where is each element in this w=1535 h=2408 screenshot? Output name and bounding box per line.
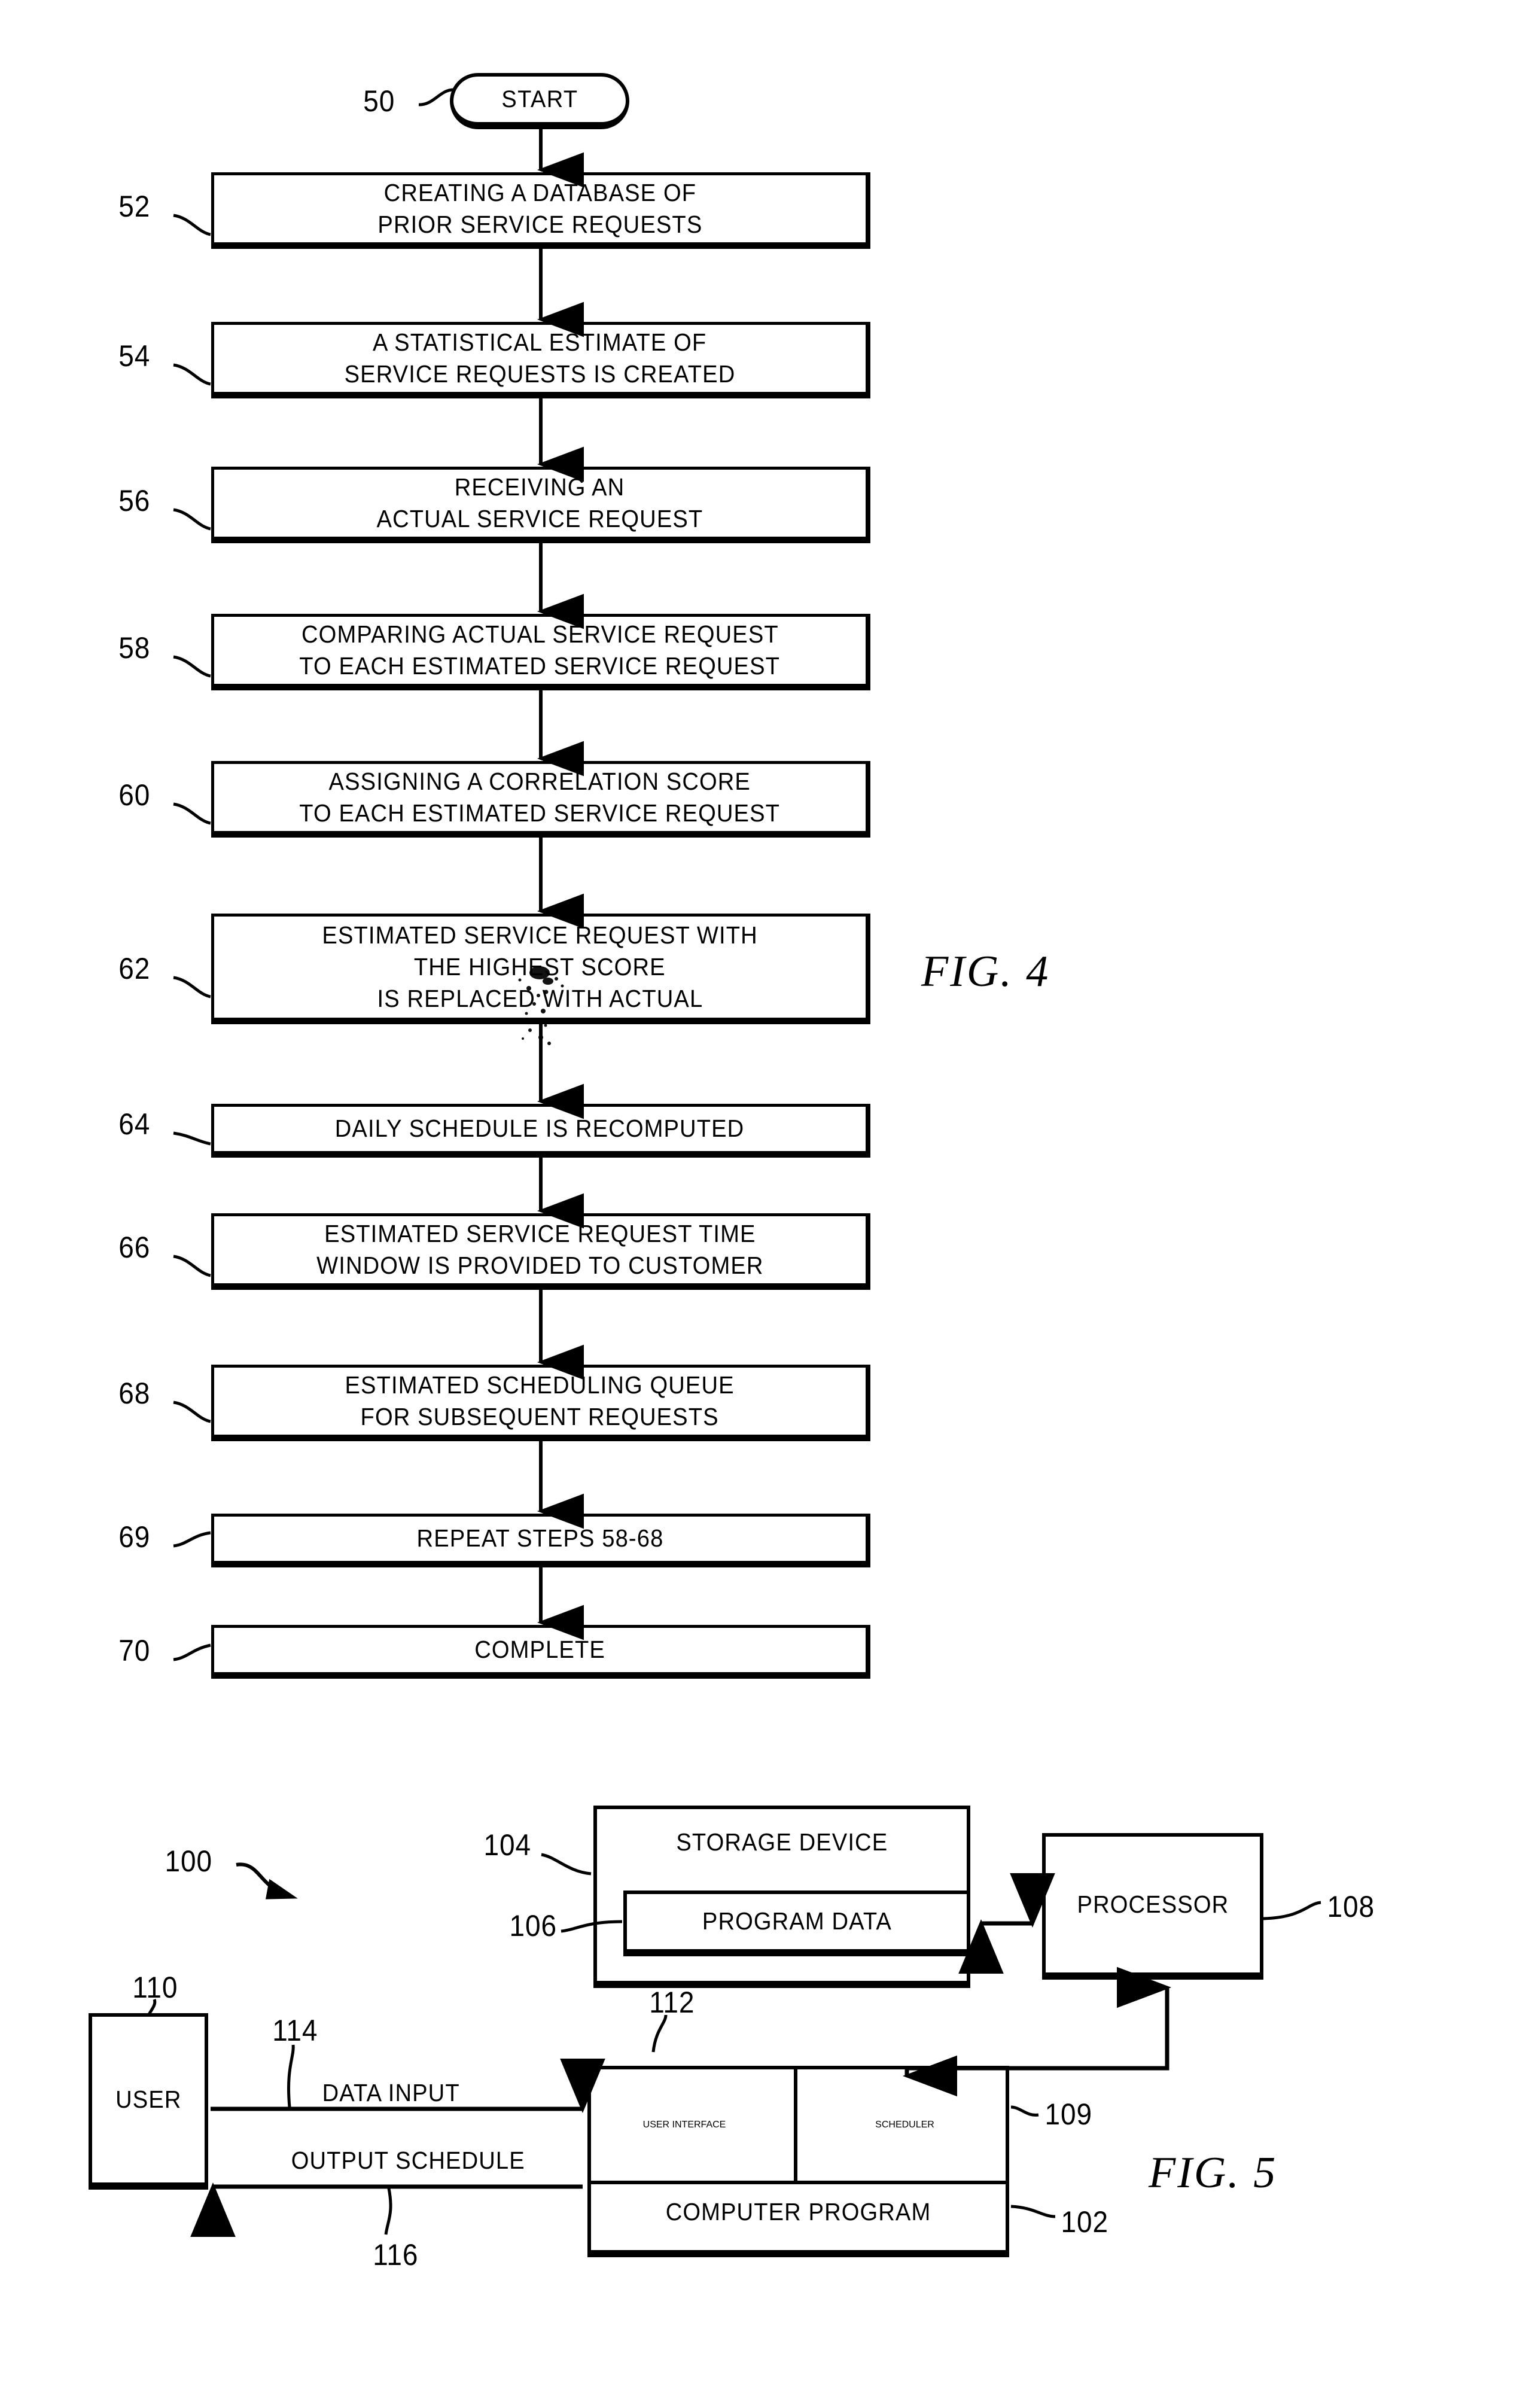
step-line: SERVICE REQUESTS IS CREATED <box>344 360 736 388</box>
patent-drawing-sheet: START 50 CREATING A DATABASE OF PRIOR SE… <box>0 0 1535 2408</box>
reference-numeral-64: 64 <box>118 1107 151 1141</box>
block-computer-program-label: COMPUTER PROGRAM <box>665 2197 931 2226</box>
step-line: IS REPLACED WITH ACTUAL <box>377 985 703 1013</box>
reference-numeral-108: 108 <box>1327 1890 1375 1923</box>
block-user: USER <box>89 2013 208 2190</box>
step-line: RECEIVING AN <box>455 473 625 501</box>
reference-numeral-112: 112 <box>649 1986 695 2019</box>
flowchart-step-52: CREATING A DATABASE OF PRIOR SERVICE REQ… <box>211 172 870 249</box>
flowchart-step-70: COMPLETE <box>211 1625 870 1679</box>
reference-numeral-104: 104 <box>483 1828 531 1862</box>
reference-numeral-62: 62 <box>118 952 151 985</box>
flowchart-step-56: RECEIVING AN ACTUAL SERVICE REQUEST <box>211 467 870 543</box>
step-line: REPEAT STEPS 58-68 <box>416 1524 663 1552</box>
step-line: ESTIMATED SERVICE REQUEST WITH <box>322 921 758 949</box>
block-user-interface: USER INTERFACE <box>591 2069 778 2180</box>
flowchart-start-node: START <box>450 73 629 129</box>
step-line: ESTIMATED SERVICE REQUEST TIME <box>324 1219 756 1247</box>
step-line: TO EACH ESTIMATED SERVICE REQUEST <box>299 799 781 827</box>
figure-5-caption: FIG. 5 <box>1149 2148 1278 2197</box>
reference-numeral-54: 54 <box>118 339 151 373</box>
step-line: DAILY SCHEDULE IS RECOMPUTED <box>335 1115 745 1143</box>
connection-label-data-input: DATA INPUT <box>322 2079 460 2106</box>
reference-numeral-109: 109 <box>1044 2098 1092 2131</box>
reference-numeral-116: 116 <box>373 2238 419 2272</box>
step-line: COMPLETE <box>474 1636 605 1664</box>
block-program-data-label: PROGRAM DATA <box>702 1907 892 1935</box>
reference-numeral-58: 58 <box>118 631 151 665</box>
connection-label-output-schedule: OUTPUT SCHEDULE <box>291 2147 525 2174</box>
step-line: ASSIGNING A CORRELATION SCORE <box>328 767 751 795</box>
flowchart-start-label: START <box>501 86 578 112</box>
step-line: ESTIMATED SCHEDULING QUEUE <box>345 1371 735 1399</box>
flowchart-step-60: ASSIGNING A CORRELATION SCORE TO EACH ES… <box>211 761 870 838</box>
block-user-interface-label: INTERFACE <box>672 2119 726 2130</box>
reference-numeral-102: 102 <box>1061 2205 1108 2239</box>
block-processor: PROCESSOR <box>1042 1833 1263 1980</box>
step-line: FOR SUBSEQUENT REQUESTS <box>360 1403 720 1430</box>
step-line: A STATISTICAL ESTIMATE OF <box>373 328 707 356</box>
reference-numeral-110: 110 <box>132 1971 178 2004</box>
block-user-label: USER <box>115 2085 182 2113</box>
step-line: COMPARING ACTUAL SERVICE REQUEST <box>301 620 779 648</box>
block-user-interface-label: USER <box>642 2119 670 2130</box>
block-storage-device-label: STORAGE DEVICE <box>676 1828 888 1856</box>
reference-numeral-50: 50 <box>363 84 395 118</box>
step-line: TO EACH ESTIMATED SERVICE REQUEST <box>299 652 781 680</box>
reference-numeral-69: 69 <box>118 1520 151 1554</box>
step-line: WINDOW IS PROVIDED TO CUSTOMER <box>316 1252 764 1279</box>
reference-numeral-106: 106 <box>509 1909 557 1943</box>
block-scheduler: SCHEDULER <box>804 2069 1006 2180</box>
step-line: ACTUAL SERVICE REQUEST <box>376 505 703 532</box>
step-line: PRIOR SERVICE REQUESTS <box>377 211 702 238</box>
step-line: CREATING A DATABASE OF <box>383 178 696 206</box>
flowchart-step-69: REPEAT STEPS 58-68 <box>211 1514 870 1567</box>
flowchart-step-54: A STATISTICAL ESTIMATE OF SERVICE REQUES… <box>211 322 870 398</box>
block-program-data: PROGRAM DATA <box>623 1891 970 1956</box>
reference-numeral-52: 52 <box>118 190 151 223</box>
reference-numeral-114: 114 <box>272 2014 318 2047</box>
block-processor-label: PROCESSOR <box>1077 1890 1229 1918</box>
reference-numeral-100: 100 <box>165 1844 212 1878</box>
step-line: THE HIGHEST SCORE <box>414 952 666 981</box>
flowchart-step-66: ESTIMATED SERVICE REQUEST TIME WINDOW IS… <box>211 1213 870 1290</box>
flowchart-step-64: DAILY SCHEDULE IS RECOMPUTED <box>211 1104 870 1158</box>
reference-numeral-68: 68 <box>118 1377 151 1410</box>
flowchart-step-62: ESTIMATED SERVICE REQUEST WITH THE HIGHE… <box>211 914 870 1024</box>
figure-4-caption: FIG. 4 <box>921 947 1050 996</box>
reference-numeral-70: 70 <box>118 1634 151 1667</box>
reference-numeral-60: 60 <box>118 778 151 812</box>
block-scheduler-label: SCHEDULER <box>875 2119 934 2130</box>
reference-numeral-56: 56 <box>118 484 151 517</box>
flowchart-step-58: COMPARING ACTUAL SERVICE REQUEST TO EACH… <box>211 614 870 690</box>
flowchart-step-68: ESTIMATED SCHEDULING QUEUE FOR SUBSEQUEN… <box>211 1365 870 1441</box>
reference-numeral-66: 66 <box>118 1231 151 1264</box>
